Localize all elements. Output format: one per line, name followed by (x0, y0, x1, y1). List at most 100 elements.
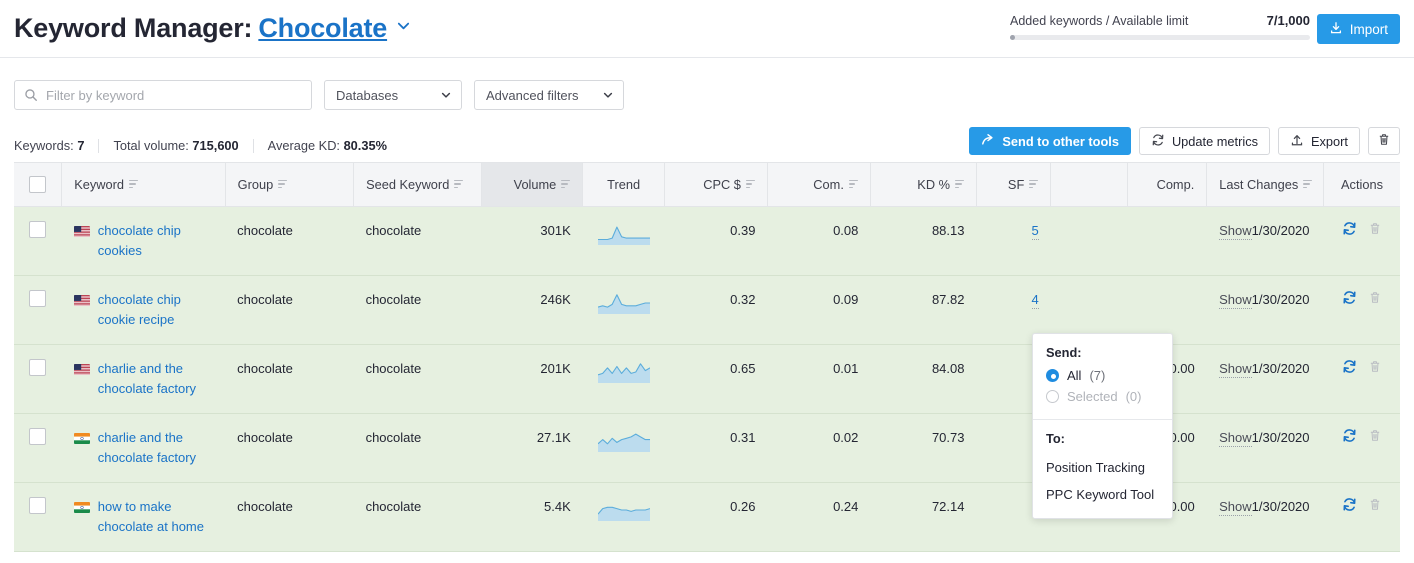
keyword-limit-label: Added keywords / Available limit (1010, 14, 1189, 28)
kd-cell: 84.08 (870, 344, 977, 414)
send-option-selected: Selected (0) (1046, 389, 1159, 404)
cpc-cell: 0.65 (664, 344, 768, 414)
refresh-icon[interactable] (1342, 497, 1357, 518)
column-header-cpc[interactable]: CPC $ (664, 163, 768, 207)
volume-cell: 246K (481, 275, 583, 345)
trend-cell (582, 206, 665, 276)
column-header-kd[interactable]: KD % (870, 163, 978, 207)
stats-row: Keywords: 7 Total volume: 715,600 Averag… (0, 110, 1414, 162)
table-row[interactable]: chocolate chip cookies chocolate chocolate… (14, 206, 1400, 276)
menu-item-ppc-keyword-tool[interactable]: PPC Keyword Tool (1033, 481, 1172, 508)
cpc-cell: 0.32 (664, 275, 768, 345)
delete-selected-button[interactable] (1368, 127, 1400, 155)
column-header-com[interactable]: Com. (767, 163, 871, 207)
column-header-seed-keyword[interactable]: Seed Keyword (353, 163, 483, 207)
trend-cell (582, 344, 665, 414)
column-header-comp[interactable]: Comp. (1127, 163, 1208, 207)
keyword-link[interactable]: chocolate chip cookies (98, 221, 213, 261)
stat-total-volume-label: Total volume: (113, 138, 189, 153)
serp-show-link[interactable]: Show (1219, 222, 1252, 240)
column-header-last-changes[interactable]: Last Changes (1206, 163, 1325, 207)
column-label-group: Group (237, 176, 274, 192)
table-row[interactable]: charlie and the chocolate factory chocola… (14, 413, 1400, 483)
column-header-sf[interactable]: SF (976, 163, 1052, 207)
serp-show-link[interactable]: Show (1219, 360, 1252, 378)
chevron-down-icon[interactable] (396, 18, 411, 33)
column-header-hidden (1050, 163, 1128, 207)
search-input[interactable] (14, 80, 312, 110)
cpc-cell: 0.26 (664, 482, 768, 552)
column-header-group[interactable]: Group (225, 163, 355, 207)
table-row[interactable]: how to make chocolate at home chocolate ch… (14, 482, 1400, 552)
send-option-selected-label: Selected (1067, 389, 1118, 404)
volume-cell: 5.4K (481, 482, 583, 552)
trash-icon[interactable] (1368, 497, 1382, 518)
send-option-selected-count: (0) (1125, 389, 1142, 404)
advanced-filters-dropdown-label: Advanced filters (486, 87, 579, 103)
keyword-cell: charlie and the chocolate factory (61, 344, 226, 414)
select-all-header (14, 163, 63, 207)
serp-last-changes-cell: Show 1/30/2020 (1206, 482, 1324, 552)
row-checkbox[interactable] (29, 358, 47, 376)
cpc-cell: 0.31 (664, 413, 768, 483)
row-select-cell (14, 482, 62, 552)
trash-icon[interactable] (1368, 290, 1382, 311)
refresh-icon[interactable] (1342, 428, 1357, 449)
trash-icon[interactable] (1368, 428, 1382, 449)
stat-total-volume-value: 715,600 (192, 138, 239, 153)
export-button[interactable]: Export (1278, 127, 1360, 155)
sort-icon (454, 179, 464, 189)
refresh-icon[interactable] (1342, 221, 1357, 242)
keyword-link[interactable]: chocolate chip cookie recipe (98, 290, 213, 330)
send-option-all[interactable]: All (7) (1046, 368, 1159, 383)
sort-icon (848, 179, 858, 189)
send-to-other-tools-menu: Send: All (7) Selected (0) To: Position … (1032, 333, 1173, 519)
row-checkbox[interactable] (29, 427, 47, 445)
upload-icon (1290, 133, 1304, 150)
keyword-cell: charlie and the chocolate factory (61, 413, 226, 483)
row-checkbox[interactable] (29, 220, 47, 238)
menu-item-position-tracking[interactable]: Position Tracking (1033, 454, 1172, 481)
project-name-link[interactable]: Chocolate (258, 13, 387, 43)
keyword-link[interactable]: charlie and the chocolate factory (98, 428, 213, 468)
send-to-other-tools-button[interactable]: Send to other tools (969, 127, 1131, 155)
refresh-icon[interactable] (1342, 359, 1357, 380)
row-checkbox[interactable] (29, 289, 47, 307)
trash-icon[interactable] (1368, 359, 1382, 380)
trash-icon[interactable] (1368, 221, 1382, 242)
table-head: Keyword Group Seed Keyword Volume Trend … (14, 163, 1400, 207)
column-label-volume: Volume (513, 176, 557, 192)
stat-keywords-label: Keywords: (14, 138, 74, 153)
sf-value[interactable]: 5 (1031, 222, 1039, 240)
keyword-link[interactable]: how to make chocolate at home (98, 497, 213, 537)
keyword-link[interactable]: charlie and the chocolate factory (98, 359, 213, 399)
comp-cell (1127, 206, 1207, 276)
com-cell: 0.01 (767, 344, 871, 414)
group-cell: chocolate (225, 206, 354, 276)
sf-value[interactable]: 4 (1031, 291, 1039, 309)
trend-cell (582, 482, 665, 552)
advanced-filters-dropdown[interactable]: Advanced filters (474, 80, 624, 110)
radio-icon (1046, 369, 1059, 382)
refresh-icon[interactable] (1342, 290, 1357, 311)
row-checkbox[interactable] (29, 496, 47, 514)
column-label-comp: Comp. (1156, 176, 1195, 192)
row-select-cell (14, 275, 62, 345)
column-header-volume[interactable]: Volume (481, 163, 584, 207)
table-row[interactable]: charlie and the chocolate factory chocola… (14, 344, 1400, 414)
actions-cell (1323, 275, 1400, 345)
keyword-cell: how to make chocolate at home (61, 482, 226, 552)
select-all-checkbox[interactable] (29, 175, 47, 193)
databases-dropdown[interactable]: Databases (324, 80, 462, 110)
column-header-keyword[interactable]: Keyword (61, 163, 226, 207)
column-label-keyword: Keyword (74, 176, 125, 192)
serp-show-link[interactable]: Show (1219, 429, 1252, 447)
serp-show-link[interactable]: Show (1219, 291, 1252, 309)
country-flag-icon (73, 497, 90, 513)
import-button[interactable]: Import (1316, 14, 1400, 44)
group-cell: chocolate (225, 482, 354, 552)
table-row[interactable]: chocolate chip cookie recipe chocolate cho… (14, 275, 1400, 345)
import-button-label: Import (1349, 21, 1388, 37)
update-metrics-button[interactable]: Update metrics (1138, 127, 1270, 155)
serp-show-link[interactable]: Show (1219, 498, 1252, 516)
